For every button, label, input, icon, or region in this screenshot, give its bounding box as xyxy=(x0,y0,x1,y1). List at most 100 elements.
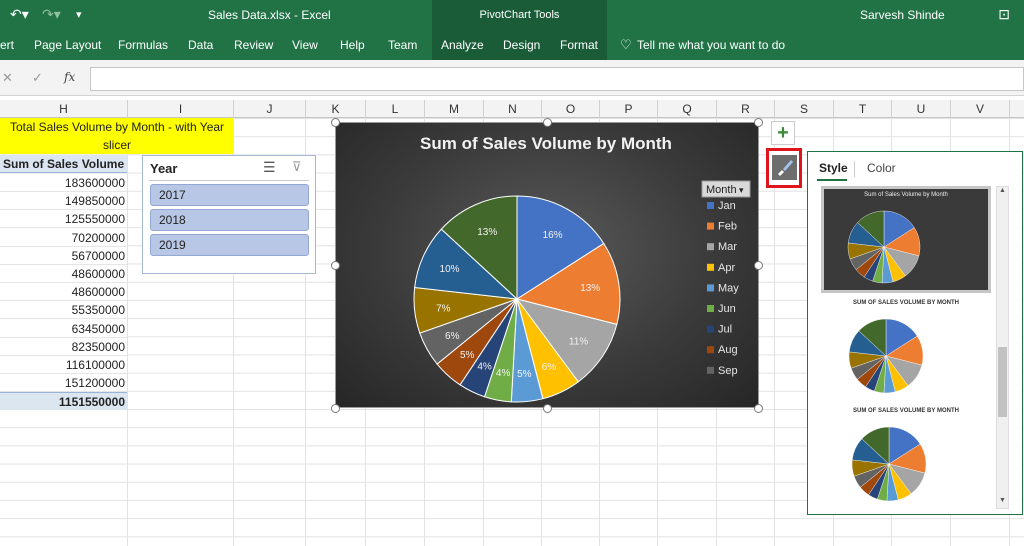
chart-elements-button[interactable]: + xyxy=(771,121,795,145)
column-header-cell[interactable]: N xyxy=(484,100,542,118)
resize-handle[interactable] xyxy=(331,404,340,413)
redo-icon[interactable]: ↷▾ xyxy=(42,6,61,23)
legend-entry-jul[interactable]: Jul xyxy=(718,324,732,336)
pivot-value-cell[interactable]: 70200000 xyxy=(0,228,127,247)
style-thumbnail-1[interactable]: Sum of Sales Volume by Month xyxy=(821,186,991,293)
slicer-item-2018[interactable]: 2018 xyxy=(150,209,309,231)
pivot-value-cell[interactable]: 116100000 xyxy=(0,356,127,374)
style-thumbnail-3[interactable]: SUM OF SALES VOLUME BY MONTH xyxy=(821,406,991,511)
legend-entry-mar[interactable]: Mar xyxy=(718,241,737,253)
pivot-value-cell[interactable]: 56700000 xyxy=(0,246,127,265)
tab-color[interactable]: Color xyxy=(867,161,896,175)
pivot-title-cell[interactable]: Total Sales Volume by Month - with Year … xyxy=(0,118,234,154)
insert-function-icon[interactable]: fx xyxy=(64,70,75,84)
resize-handle[interactable] xyxy=(754,118,763,127)
tab-review[interactable]: Review xyxy=(234,38,273,52)
formula-input[interactable] xyxy=(90,67,1024,91)
tab-data[interactable]: Data xyxy=(188,38,213,52)
scroll-down-icon[interactable]: ▼ xyxy=(997,497,1008,508)
tab-style[interactable]: Style xyxy=(819,161,848,175)
data-label[interactable]: 6% xyxy=(542,362,557,373)
tab-formulas[interactable]: Formulas xyxy=(118,38,168,52)
column-header-cell[interactable]: J xyxy=(234,100,306,118)
slicer-item-2017[interactable]: 2017 xyxy=(150,184,309,206)
resize-handle[interactable] xyxy=(754,404,763,413)
ribbon-display-icon[interactable]: ⊡ xyxy=(998,6,1010,23)
chart-styles-button[interactable] xyxy=(766,148,802,188)
tell-me-box[interactable]: Tell me what you want to do xyxy=(637,38,785,52)
pivot-header[interactable]: Sum of Sales Volume xyxy=(0,155,127,173)
data-label[interactable]: 5% xyxy=(460,350,475,361)
pivot-value-cell[interactable]: 55350000 xyxy=(0,301,127,320)
data-label[interactable]: 7% xyxy=(436,303,451,314)
column-header-cell[interactable]: P xyxy=(600,100,658,118)
resize-handle[interactable] xyxy=(543,118,552,127)
column-header-cell[interactable]: R xyxy=(717,100,775,118)
resize-handle[interactable] xyxy=(754,261,763,270)
column-header-cell[interactable]: V xyxy=(951,100,1010,118)
style-pane-scrollbar[interactable]: ▲ ▼ xyxy=(996,186,1009,509)
pivot-value-cell[interactable]: 183600000 xyxy=(0,174,127,192)
data-label[interactable]: 4% xyxy=(496,368,511,379)
tab-analyze[interactable]: Analyze xyxy=(441,38,484,52)
column-header-cell[interactable]: O xyxy=(542,100,600,118)
pivot-grand-total[interactable]: 1151550000 xyxy=(0,392,127,411)
chart-title[interactable]: Sum of Sales Volume by Month xyxy=(420,134,672,153)
resize-handle[interactable] xyxy=(543,404,552,413)
data-label[interactable]: 6% xyxy=(445,331,460,342)
legend-entry-apr[interactable]: Apr xyxy=(718,262,735,274)
legend-entry-jan[interactable]: Jan xyxy=(718,200,736,212)
dropdown-icon[interactable]: ▾ xyxy=(739,186,744,196)
scroll-thumb[interactable] xyxy=(998,347,1007,417)
column-header-cell[interactable]: L xyxy=(366,100,425,118)
pivot-value-cell[interactable]: 151200000 xyxy=(0,374,127,393)
legend-entry-sep[interactable]: Sep xyxy=(718,365,738,377)
column-header-cell[interactable]: I xyxy=(128,100,234,118)
data-label[interactable]: 13% xyxy=(580,283,600,294)
resize-handle[interactable] xyxy=(331,261,340,270)
column-header-cell[interactable]: Q xyxy=(658,100,717,118)
column-header-cell[interactable]: K xyxy=(306,100,366,118)
tab-view[interactable]: View xyxy=(292,38,318,52)
legend-entry-aug[interactable]: Aug xyxy=(718,344,738,356)
multi-select-icon[interactable]: ☰ xyxy=(263,159,276,176)
cancel-icon[interactable]: ✕ xyxy=(2,70,13,86)
enter-icon[interactable]: ✓ xyxy=(32,70,43,86)
legend-entry-jun[interactable]: Jun xyxy=(718,303,736,315)
undo-icon[interactable]: ↶▾ xyxy=(10,6,29,23)
pivot-value-cell[interactable]: 82350000 xyxy=(0,337,127,356)
resize-handle[interactable] xyxy=(331,118,340,127)
legend-entry-feb[interactable]: Feb xyxy=(718,221,737,233)
data-label[interactable]: 10% xyxy=(440,264,460,275)
data-label[interactable]: 11% xyxy=(569,336,588,347)
tab-team[interactable]: Team xyxy=(388,38,417,52)
column-header: H I J K L M N O P Q R S T U V xyxy=(0,100,1024,118)
pivot-value-cell[interactable]: 48600000 xyxy=(0,265,127,283)
slicer-item-2019[interactable]: 2019 xyxy=(150,234,309,256)
pivot-chart[interactable]: Sum of Sales Volume by Month 16% 13% 11% 6%… xyxy=(331,118,763,413)
customize-qat-icon[interactable]: ▾ xyxy=(76,8,82,21)
tab-insert[interactable]: ert xyxy=(0,38,14,52)
tab-design[interactable]: Design xyxy=(503,38,540,52)
column-header-cell[interactable]: M xyxy=(425,100,484,118)
column-header-cell[interactable]: S xyxy=(775,100,834,118)
column-header-cell[interactable]: U xyxy=(892,100,951,118)
data-label[interactable]: 4% xyxy=(477,362,492,373)
pivot-value-cell[interactable]: 149850000 xyxy=(0,192,127,211)
tab-page-layout[interactable]: Page Layout xyxy=(34,38,101,52)
data-label[interactable]: 16% xyxy=(543,230,563,241)
data-label[interactable]: 13% xyxy=(477,227,497,238)
pivot-value-cell[interactable]: 63450000 xyxy=(0,319,127,338)
column-header-cell[interactable]: H xyxy=(0,100,128,118)
style-thumbnail-2[interactable]: SUM OF SALES VOLUME BY MONTH xyxy=(821,298,991,401)
year-slicer[interactable]: Year ☰ ⊽ 2017 2018 2019 xyxy=(142,155,316,274)
pivot-value-cell[interactable]: 125550000 xyxy=(0,210,127,229)
data-label[interactable]: 5% xyxy=(517,369,532,380)
clear-filter-icon[interactable]: ⊽ xyxy=(292,159,302,175)
scroll-up-icon[interactable]: ▲ xyxy=(997,187,1008,198)
column-header-cell[interactable]: T xyxy=(834,100,892,118)
pivot-value-cell[interactable]: 48600000 xyxy=(0,283,127,302)
tab-format[interactable]: Format xyxy=(560,38,598,52)
legend-entry-may[interactable]: May xyxy=(718,282,739,294)
tab-help[interactable]: Help xyxy=(340,38,365,52)
